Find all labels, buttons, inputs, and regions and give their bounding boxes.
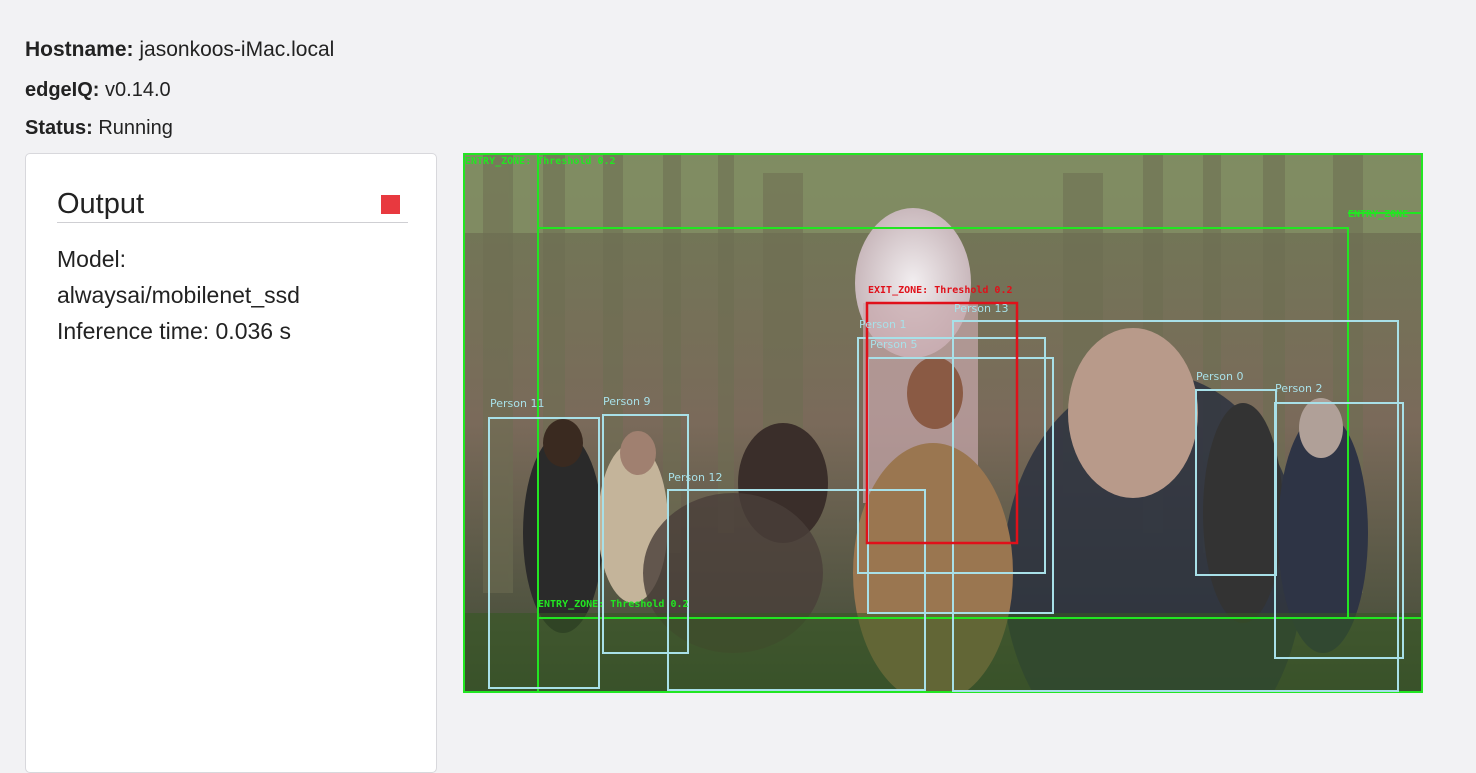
stop-button[interactable] — [381, 195, 400, 214]
entry-zone-bottom-label: ENTRY_ZONE: Threshold 0.2 — [538, 599, 689, 610]
person-1-label: Person 1 — [859, 318, 906, 331]
person-0-label: Person 0 — [1196, 370, 1243, 383]
person-2-label: Person 2 — [1275, 382, 1322, 395]
model-name: alwaysai/mobilenet_ssd — [57, 282, 300, 308]
edgeiq-version-value: v0.14.0 — [105, 79, 171, 101]
entry-zone-top-label: ENTRY_ZONE: Threshold 0.2 — [465, 156, 616, 167]
model-label: Model: — [57, 246, 127, 272]
output-panel-header: Output — [57, 188, 408, 223]
person-12-label: Person 12 — [668, 471, 722, 484]
edgeiq-label: edgeIQ: — [25, 79, 100, 101]
video-frame: ENTRY_ZONE: Threshold 0.2 ENTRY_ZONE EXI… — [463, 153, 1423, 693]
inference-time: Inference time: 0.036 s — [57, 318, 291, 344]
video-stream: ENTRY_ZONE: Threshold 0.2 ENTRY_ZONE EXI… — [463, 153, 1423, 693]
hostname-value: jasonkoos-iMac.local — [139, 38, 335, 61]
person-5-label: Person 5 — [870, 338, 917, 351]
edgeiq-version-line: edgeIQ: v0.14.0 — [25, 78, 171, 102]
status-label: Status: — [25, 117, 93, 139]
person-11-label: Person 11 — [490, 397, 544, 410]
entry-zone-right-label: ENTRY_ZONE — [1348, 209, 1408, 220]
output-title: Output — [57, 188, 145, 220]
status-line: Status: Running — [25, 116, 173, 140]
person-9-label: Person 9 — [603, 395, 650, 408]
status-value: Running — [98, 117, 173, 139]
hostname-label: Hostname: — [25, 38, 134, 61]
hostname-line: Hostname: jasonkoos-iMac.local — [25, 38, 334, 62]
exit-zone-label: EXIT_ZONE: Threshold 0.2 — [868, 285, 1013, 296]
person-13-label: Person 13 — [954, 302, 1008, 315]
output-panel: Output Model: alwaysai/mobilenet_ssd Inf… — [25, 153, 437, 773]
